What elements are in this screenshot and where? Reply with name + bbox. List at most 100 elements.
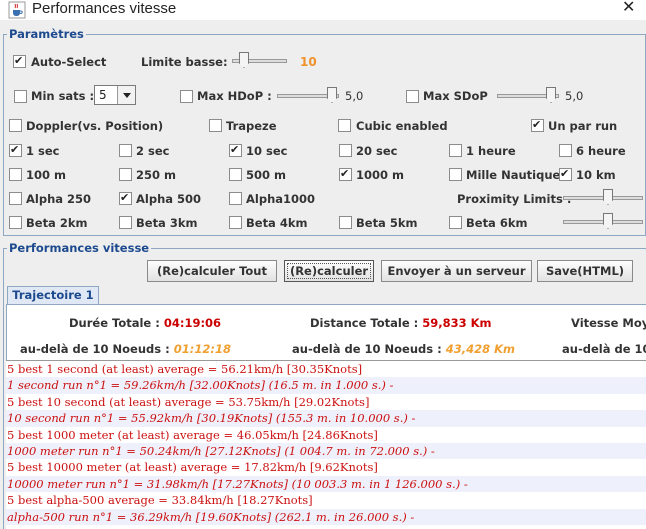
log-line: 5 best alpha-500 average = 33.84km/h [18… xyxy=(7,493,313,508)
au-dela-distance: au-delà de 10 Noeuds : 43,428 Km xyxy=(292,342,515,356)
au-dela-duree-label: au-delà de xyxy=(20,342,89,356)
min-sats-checkbox[interactable] xyxy=(14,90,27,103)
tab-trajectoire-1-label: Trajectoire 1 xyxy=(12,288,94,302)
max-hdop-label: Max HDoP : xyxy=(197,89,272,103)
window-title: Performances vitesse xyxy=(32,0,177,17)
mille-nautique-label: Mille Nautique xyxy=(466,168,561,182)
500-m-label: 500 m xyxy=(246,168,286,182)
au-dela-duree: au-delà de 10 Noeuds : 01:12:18 xyxy=(20,342,231,356)
max-hdop-checkbox[interactable] xyxy=(180,90,193,103)
1-sec-checkbox[interactable] xyxy=(9,143,22,157)
envoyer-serveur-button[interactable]: Envoyer à un serveur xyxy=(381,260,532,282)
cubic-enabled-label: Cubic enabled xyxy=(356,119,448,133)
log-line: 5 best 10 second (at least) average = 53… xyxy=(7,394,370,409)
100-m-label: 100 m xyxy=(26,168,66,182)
log-line: 10000 meter run n°1 = 31.98km/h [17.27Kn… xyxy=(6,475,646,493)
recalculer-tout-label: (Re)calculer Tout xyxy=(156,264,267,278)
500-m-checkbox[interactable] xyxy=(229,168,242,181)
1-heure-checkbox[interactable] xyxy=(449,144,462,157)
proximity-limits-label: Proximity Limits : xyxy=(457,192,572,206)
6-heure-label: 6 heure xyxy=(576,144,626,158)
recalculer-tout-button[interactable]: (Re)calculer Tout xyxy=(147,260,277,282)
close-icon[interactable]: ✕ xyxy=(622,0,635,16)
beta-4km-label: Beta 4km xyxy=(246,216,308,230)
10-km-checkbox[interactable] xyxy=(559,167,572,181)
au-dela-distance-label: au-delà de xyxy=(292,342,361,356)
10-sec-checkbox[interactable] xyxy=(229,143,242,157)
beta-2km-checkbox[interactable] xyxy=(9,216,22,229)
doppler-label: Doppler(vs. Position) xyxy=(26,119,164,133)
alpha-500-checkbox[interactable] xyxy=(119,191,132,205)
auto-select-checkbox[interactable] xyxy=(13,54,26,68)
log-line: alpha-500 run n°1 = 36.29km/h [19.60Knot… xyxy=(6,508,646,526)
alpha-250-label: Alpha 250 xyxy=(26,192,92,206)
au-dela-duree-noeuds: 10 Noeuds : xyxy=(92,342,170,356)
min-sats-combo[interactable]: 5 xyxy=(94,85,136,105)
1000-m-label: 1000 m xyxy=(356,168,404,182)
au-dela-duree-value: 01:12:18 xyxy=(173,342,231,356)
alpha-250-checkbox[interactable] xyxy=(9,192,22,205)
2-sec-label: 2 sec xyxy=(136,144,170,158)
params-legend: Paramètres xyxy=(7,27,86,41)
au-dela-vitesse-noeuds: 10 N xyxy=(634,342,646,356)
250-m-label: 250 m xyxy=(136,168,176,182)
trapeze-checkbox[interactable] xyxy=(209,119,222,132)
10-sec-label: 10 sec xyxy=(246,144,288,158)
6-heure-checkbox[interactable] xyxy=(559,144,572,157)
distance-totale-value: 59,833 Km xyxy=(422,316,492,330)
20-sec-checkbox[interactable] xyxy=(339,144,352,157)
envoyer-serveur-label: Envoyer à un serveur xyxy=(387,264,526,278)
doppler-checkbox[interactable] xyxy=(9,119,22,132)
250-m-checkbox[interactable] xyxy=(119,168,132,181)
save-html-label: Save(HTML) xyxy=(545,264,625,278)
beta-3km-checkbox[interactable] xyxy=(119,216,132,229)
alpha-1000-checkbox[interactable] xyxy=(229,192,242,205)
2-sec-checkbox[interactable] xyxy=(119,144,132,157)
1-heure-label: 1 heure xyxy=(466,144,516,158)
1-sec-label: 1 sec xyxy=(26,144,60,158)
mille-nautique-checkbox[interactable] xyxy=(449,168,462,181)
perf-legend: Performances vitesse xyxy=(7,241,152,255)
min-sats-label: Min sats : xyxy=(31,89,95,103)
min-sats-value: 5 xyxy=(99,88,107,102)
au-dela-vitesse: au-delà de 10 N xyxy=(562,342,646,356)
distance-totale: Distance Totale : 59,833 Km xyxy=(310,316,492,330)
un-par-run-checkbox[interactable] xyxy=(531,118,544,132)
au-dela-distance-value: 43,428 Km xyxy=(445,342,516,356)
10-km-label: 10 km xyxy=(576,168,616,182)
duree-totale: Durée Totale : 04:19:06 xyxy=(69,316,221,330)
1000-m-checkbox[interactable] xyxy=(339,167,352,181)
java-cup-icon xyxy=(8,1,26,19)
log-line: 10 second run n°1 = 55.92km/h [30.19Knot… xyxy=(6,410,646,427)
auto-select-label: Auto-Select xyxy=(31,55,107,69)
20-sec-label: 20 sec xyxy=(356,144,398,158)
100-m-checkbox[interactable] xyxy=(9,168,22,181)
max-sdop-checkbox[interactable] xyxy=(406,90,419,103)
log-line: 1 second run n°1 = 59.26km/h [32.00Knots… xyxy=(6,377,646,394)
duree-totale-label: Durée Totale : xyxy=(69,316,160,330)
chevron-down-icon[interactable] xyxy=(117,86,135,104)
max-sdop-value: 5,0 xyxy=(565,89,584,103)
au-dela-vitesse-label: au-delà de xyxy=(562,342,631,356)
results-log[interactable]: 5 best 1 second (at least) average = 56.… xyxy=(6,360,646,529)
max-sdop-label: Max SDoP xyxy=(423,89,488,103)
beta-4km-checkbox[interactable] xyxy=(229,216,242,229)
au-dela-distance-noeuds: 10 Noeuds : xyxy=(364,342,442,356)
tab-trajectoire-1[interactable]: Trajectoire 1 xyxy=(7,286,99,304)
max-hdop-value: 5,0 xyxy=(345,89,364,103)
beta-6km-checkbox[interactable] xyxy=(449,216,462,229)
recalculer-button[interactable]: (Re)calculer xyxy=(284,260,374,282)
save-html-button[interactable]: Save(HTML) xyxy=(537,260,633,282)
log-line: 5 best 1 second (at least) average = 56.… xyxy=(7,362,363,376)
limite-basse-value: 10 xyxy=(300,55,317,69)
un-par-run-label: Un par run xyxy=(548,119,618,133)
cubic-enabled-checkbox[interactable] xyxy=(338,119,351,132)
vitesse-moy-label: Vitesse Moy. xyxy=(571,316,646,330)
log-line: 5 best 1000 meter (at least) average = 4… xyxy=(7,427,378,442)
distance-totale-label: Distance Totale : xyxy=(310,316,419,330)
trapeze-label: Trapeze xyxy=(226,119,277,133)
limite-basse-label: Limite basse: xyxy=(141,55,228,69)
beta-5km-checkbox[interactable] xyxy=(339,216,352,229)
log-line: 1000 meter run n°1 = 50.24km/h [27.12Kno… xyxy=(6,443,646,460)
log-line: 5 best 10000 meter (at least) average = … xyxy=(7,460,378,475)
